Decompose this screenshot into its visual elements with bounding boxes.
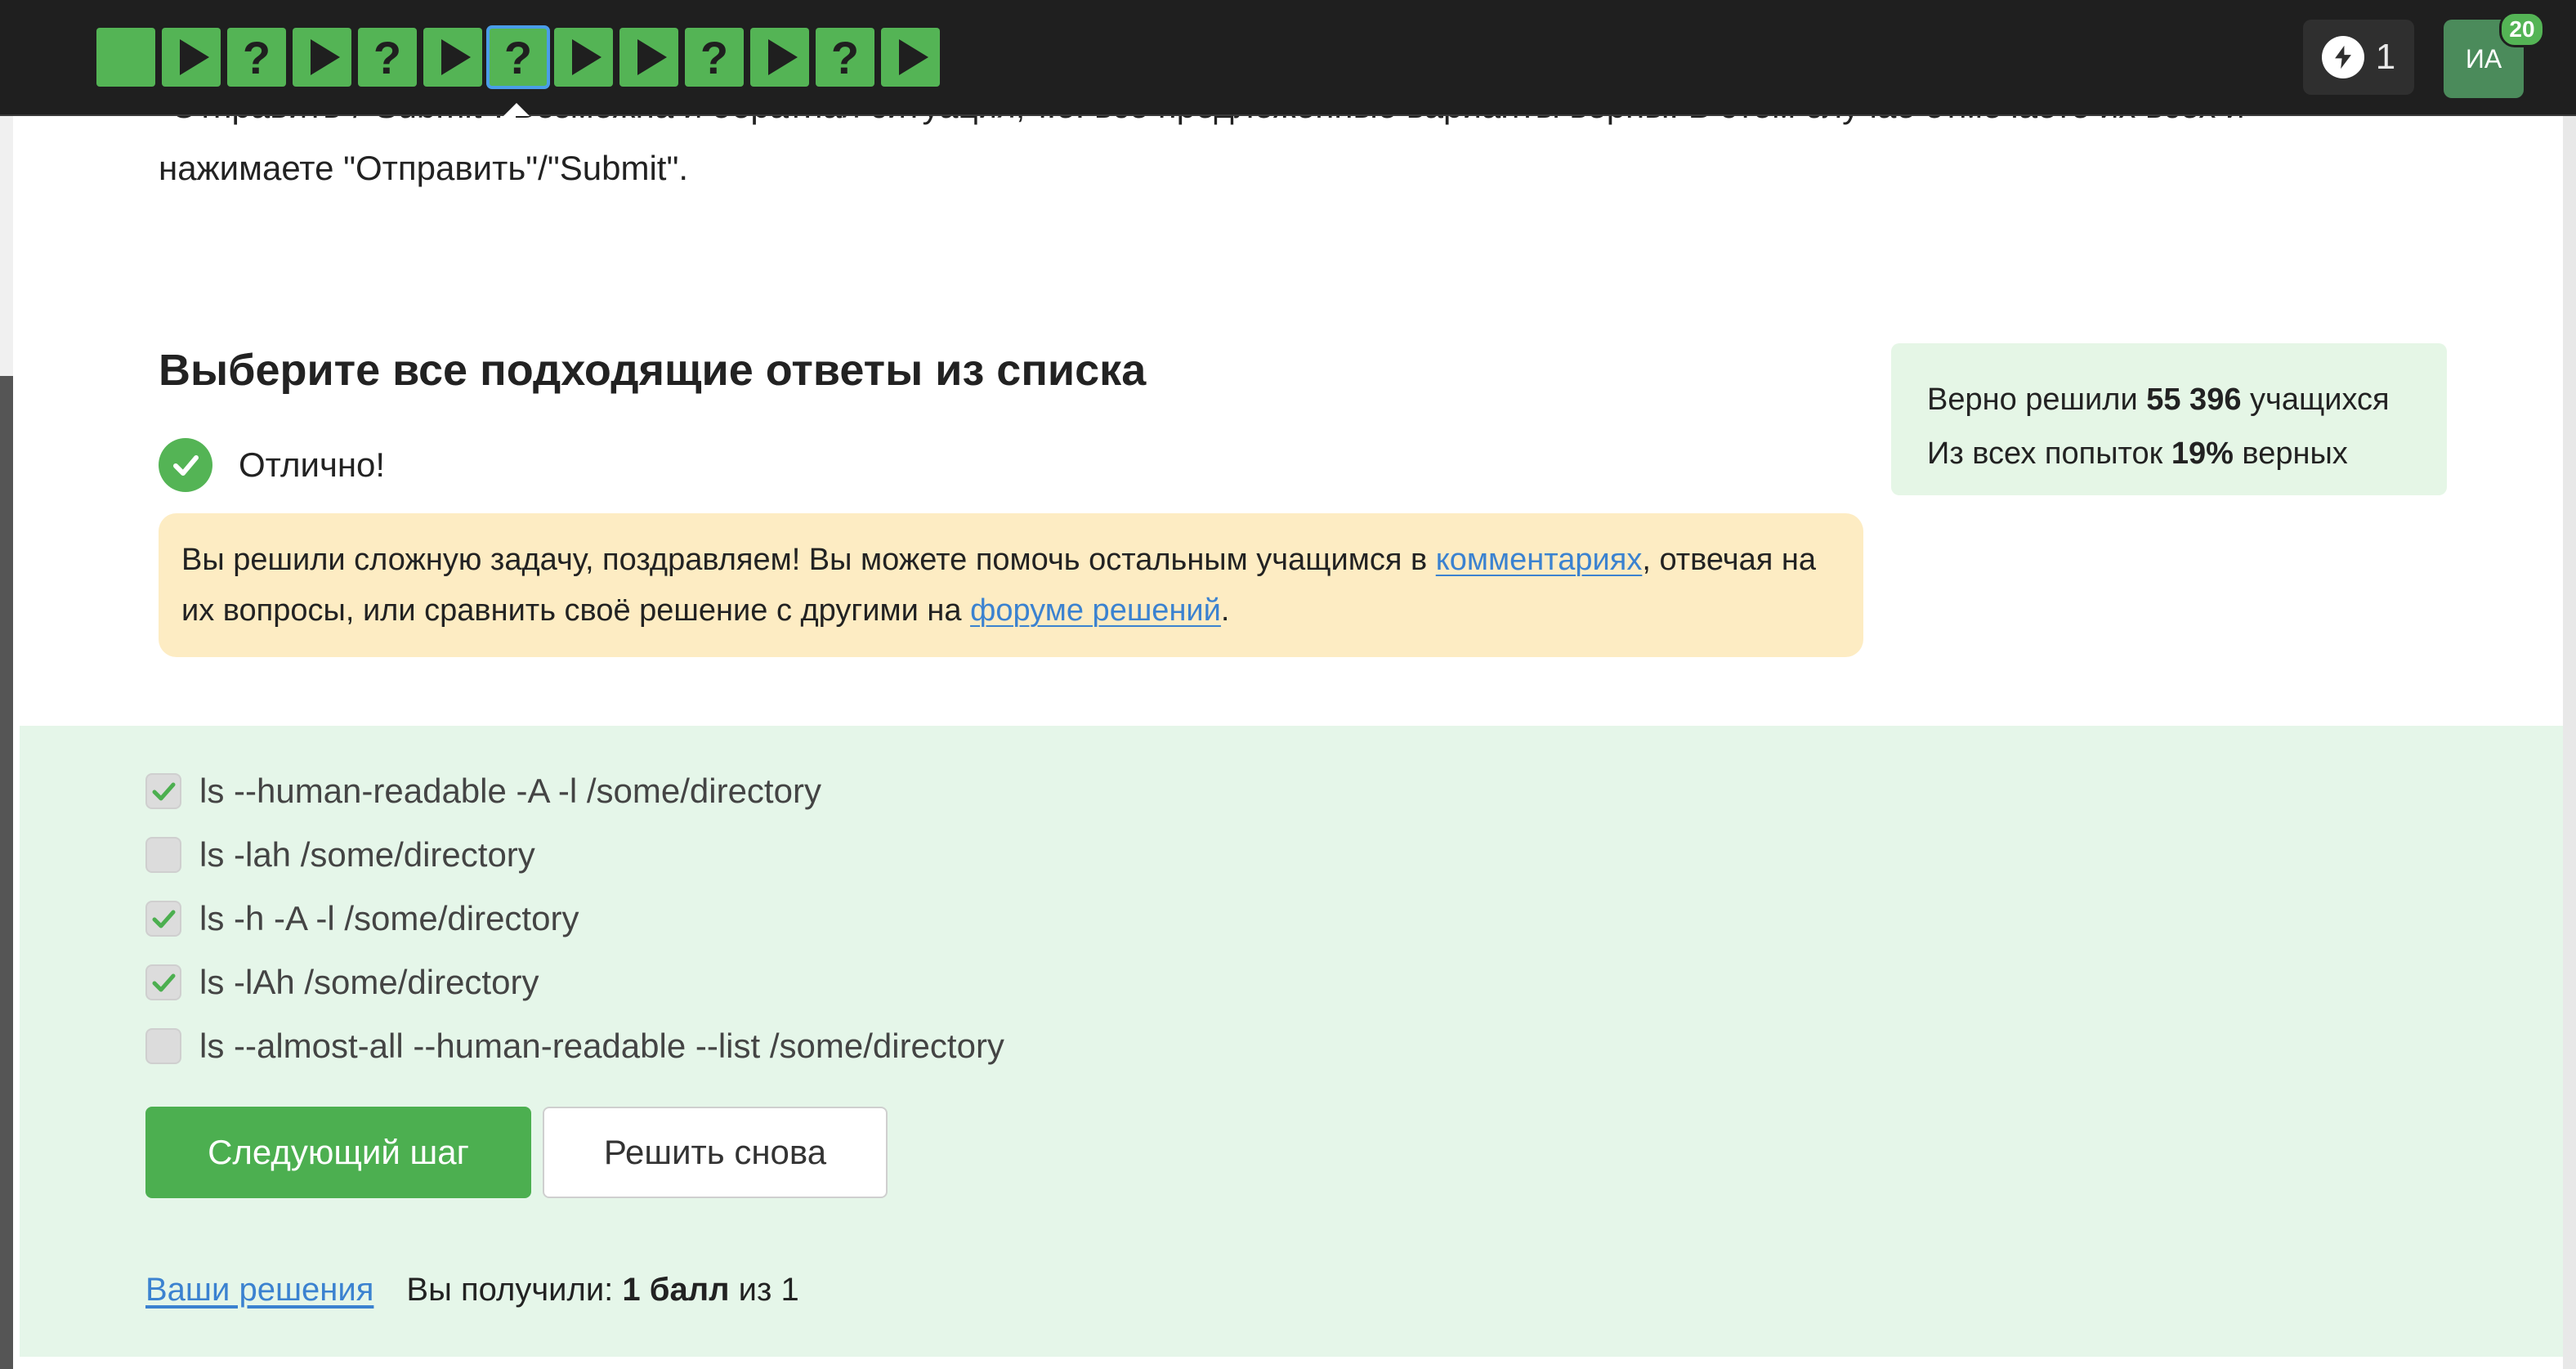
hint-text-1: Вы решили сложную задачу, поздравляем! В… xyxy=(181,543,1436,577)
play-icon xyxy=(768,39,798,75)
step-video-8[interactable] xyxy=(554,28,613,87)
play-icon xyxy=(441,39,471,75)
lightning-icon xyxy=(2321,36,2364,78)
checkbox-checked[interactable] xyxy=(145,773,181,809)
answer-option-text: ls --almost-all --human-readable --list … xyxy=(199,1027,1004,1065)
answers-panel: ls --human-readable -A -l /some/director… xyxy=(20,726,2563,1357)
next-step-button[interactable]: Следующий шаг xyxy=(145,1107,531,1198)
hint-text-3: . xyxy=(1220,593,1230,628)
stats-box: Верно решили 55 396 учащихся Из всех поп… xyxy=(1891,343,2447,495)
play-icon xyxy=(637,39,667,75)
answer-option-text: ls -h -A -l /some/directory xyxy=(199,899,579,937)
energy-count: 1 xyxy=(2375,37,2396,77)
step-video-11[interactable] xyxy=(750,28,809,87)
step-quiz-10[interactable]: ? xyxy=(685,28,744,87)
solutions-forum-link[interactable]: форуме решений xyxy=(970,593,1221,628)
answer-option[interactable]: ls --almost-all --human-readable --list … xyxy=(145,1027,1004,1066)
play-icon xyxy=(899,39,928,75)
step-video-2[interactable] xyxy=(162,28,221,87)
comments-link[interactable]: комментариях xyxy=(1436,543,1643,577)
hint-box: Вы решили сложную задачу, поздравляем! В… xyxy=(159,513,1863,657)
step-navigation: ????? xyxy=(96,25,940,89)
answer-option[interactable]: ls --human-readable -A -l /some/director… xyxy=(145,772,821,811)
question-title: Выберите все подходящие ответы из списка xyxy=(159,346,1147,395)
play-icon xyxy=(572,39,602,75)
right-edge-bar xyxy=(2563,0,2576,1369)
step-video-4[interactable] xyxy=(293,28,351,87)
checkmark-icon xyxy=(152,782,176,801)
your-solutions-link[interactable]: Ваши решения xyxy=(145,1272,373,1309)
step-video-9[interactable] xyxy=(619,28,678,87)
step-quiz-5[interactable]: ? xyxy=(358,28,417,87)
play-icon xyxy=(311,39,340,75)
notification-badge: 20 xyxy=(2499,11,2545,47)
energy-button[interactable]: 1 xyxy=(2303,20,2414,95)
step-video-6[interactable] xyxy=(423,28,482,87)
answer-option[interactable]: ls -h -A -l /some/directory xyxy=(145,899,579,938)
play-icon xyxy=(180,39,209,75)
answer-option-text: ls -lah /some/directory xyxy=(199,835,535,874)
feedback-text: Отлично! xyxy=(239,445,386,484)
stats-attempts: Из всех попыток 19% верных xyxy=(1927,436,2348,471)
score-text: Вы получили: 1 балл из 1 xyxy=(406,1272,799,1308)
footer-row: Ваши решения Вы получили: 1 балл из 1 xyxy=(145,1272,799,1309)
left-edge-bar-light xyxy=(0,114,13,376)
step-quiz-12[interactable]: ? xyxy=(816,28,874,87)
checkbox-checked[interactable] xyxy=(145,901,181,937)
feedback-row: Отлично! xyxy=(159,438,385,492)
step-video-13[interactable] xyxy=(881,28,940,87)
success-check-icon xyxy=(159,438,212,492)
checkbox-unchecked[interactable] xyxy=(145,837,181,873)
answer-option[interactable]: ls -lah /some/directory xyxy=(145,835,535,875)
checkmark-icon xyxy=(152,973,176,992)
checkbox-checked[interactable] xyxy=(145,964,181,1000)
step-quiz-7[interactable]: ? xyxy=(486,25,550,89)
lesson-topbar: ????? 1 ИА 20 xyxy=(0,0,2576,116)
checkbox-unchecked[interactable] xyxy=(145,1028,181,1064)
stats-solved: Верно решили 55 396 учащихся xyxy=(1927,383,2390,417)
step-quiz-3[interactable]: ? xyxy=(227,28,286,87)
intro-text: нажимаете "Отправить"/"Submit". xyxy=(159,149,689,187)
answer-option-text: ls --human-readable -A -l /some/director… xyxy=(199,772,821,810)
step-text-1[interactable] xyxy=(96,28,155,87)
answer-option-text: ls -lAh /some/directory xyxy=(199,963,539,1001)
active-step-caret xyxy=(503,103,530,116)
answer-option[interactable]: ls -lAh /some/directory xyxy=(145,963,539,1002)
retry-button[interactable]: Решить снова xyxy=(543,1107,888,1198)
checkmark-icon xyxy=(152,910,176,928)
